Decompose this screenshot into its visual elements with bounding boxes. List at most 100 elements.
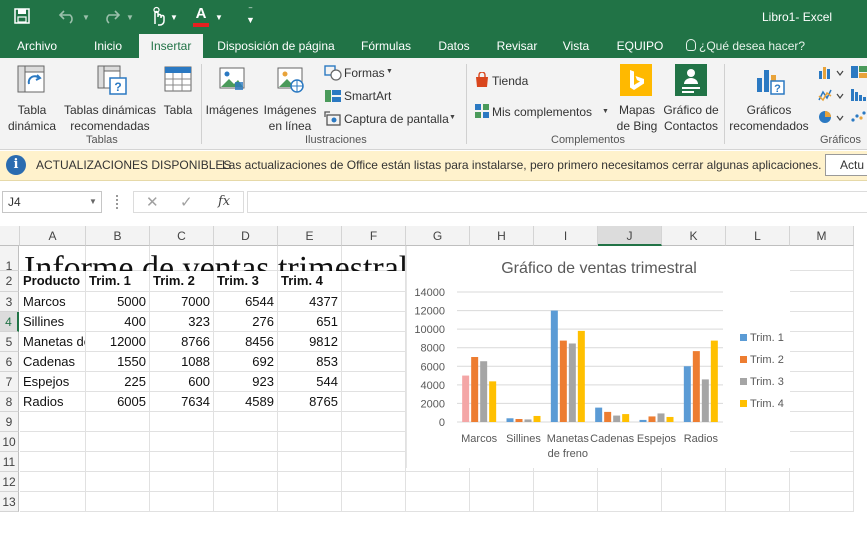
grid-cell[interactable]	[20, 412, 86, 432]
row-header[interactable]: 1	[0, 246, 19, 273]
grid-cell[interactable]	[342, 452, 406, 472]
smartart-button[interactable]: SmartArt	[322, 86, 462, 106]
grid-cell[interactable]	[406, 472, 470, 492]
tab-archivo[interactable]: Archivo	[8, 34, 66, 58]
name-box[interactable]: J4 ▼	[2, 191, 102, 213]
grid-cell[interactable]	[790, 452, 854, 472]
grid-cell[interactable]	[278, 492, 342, 512]
grid-cell[interactable]	[662, 492, 726, 512]
grid-cell[interactable]	[342, 372, 406, 392]
value-cell[interactable]: 6005	[86, 392, 150, 412]
row-header[interactable]: 10	[0, 432, 19, 452]
recommended-charts-button[interactable]: ? Gráficos recomendados	[728, 62, 810, 133]
grid-cell[interactable]	[342, 352, 406, 372]
product-cell[interactable]: Radios	[20, 392, 86, 412]
grid-cell[interactable]	[598, 472, 662, 492]
tab-datos[interactable]: Datos	[432, 34, 476, 58]
value-cell[interactable]: 323	[150, 312, 214, 332]
enter-icon[interactable]: ✓	[180, 193, 193, 211]
column-header[interactable]: J	[598, 226, 662, 246]
row-header[interactable]: 5	[0, 332, 19, 352]
grid-cell[interactable]	[342, 271, 406, 292]
table-header-cell[interactable]: Producto	[20, 271, 86, 292]
tab-formulas[interactable]: Fórmulas	[356, 34, 416, 58]
row-header[interactable]: 12	[0, 472, 19, 492]
row-header[interactable]: 8	[0, 392, 19, 412]
redo-icon[interactable]	[101, 7, 121, 25]
grid-cell[interactable]	[470, 492, 534, 512]
product-cell[interactable]: Espejos	[20, 372, 86, 392]
grid-cell[interactable]	[214, 472, 278, 492]
column-header[interactable]: K	[662, 226, 726, 246]
table-header-cell[interactable]: Trim. 4	[278, 271, 342, 292]
insert-function-icon[interactable]: fx	[218, 194, 230, 209]
grid-cell[interactable]	[214, 412, 278, 432]
grid-cell[interactable]	[86, 472, 150, 492]
product-cell[interactable]: Cadenas	[20, 352, 86, 372]
column-header[interactable]: G	[406, 226, 470, 246]
tab-inicio[interactable]: Inicio	[84, 34, 132, 58]
grid-cell[interactable]	[726, 472, 790, 492]
column-header[interactable]: I	[534, 226, 598, 246]
select-all-corner[interactable]	[0, 226, 20, 246]
tab-insertar[interactable]: Insertar	[139, 34, 203, 58]
pie-chart-icon[interactable]	[818, 110, 848, 127]
column-chart-icon[interactable]	[818, 65, 848, 82]
grid-cell[interactable]	[790, 372, 854, 392]
grid-cell[interactable]	[20, 492, 86, 512]
update-button[interactable]: Actu	[825, 154, 867, 176]
grid-cell[interactable]	[342, 292, 406, 312]
column-header[interactable]: C	[150, 226, 214, 246]
store-button[interactable]: Tienda	[472, 71, 542, 91]
sales-chart[interactable]: Gráfico de ventas trimestral 0 2000 4000 600…	[406, 246, 790, 468]
grid-cell[interactable]	[342, 312, 406, 332]
grid-cell[interactable]	[20, 472, 86, 492]
pictures-button[interactable]: Imágenes	[205, 62, 259, 132]
column-header[interactable]: E	[278, 226, 342, 246]
grid-cell[interactable]	[150, 472, 214, 492]
column-header[interactable]: M	[790, 226, 854, 246]
grid-cell[interactable]	[342, 492, 406, 512]
value-cell[interactable]: 692	[214, 352, 278, 372]
touch-mode-icon[interactable]	[150, 6, 166, 26]
column-header[interactable]: B	[86, 226, 150, 246]
table-header-cell[interactable]: Trim. 1	[86, 271, 150, 292]
grid-cell[interactable]	[790, 492, 854, 512]
scatter-chart-icon[interactable]	[850, 110, 867, 127]
grid-cell[interactable]	[534, 492, 598, 512]
grid-cell[interactable]	[86, 452, 150, 472]
tell-me-search[interactable]: ¿Qué desea hacer?	[686, 34, 805, 58]
value-cell[interactable]: 1550	[86, 352, 150, 372]
grid-cell[interactable]	[790, 472, 854, 492]
formula-input[interactable]	[247, 191, 867, 213]
online-pictures-button[interactable]: Imágenes en línea	[262, 62, 318, 133]
tab-revisar[interactable]: Revisar	[491, 34, 543, 58]
grid-cell[interactable]	[342, 412, 406, 432]
grid-cell[interactable]	[598, 492, 662, 512]
grid-cell[interactable]	[726, 492, 790, 512]
tab-equipo[interactable]: EQUIPO	[612, 34, 668, 58]
undo-icon[interactable]	[58, 7, 78, 25]
product-cell[interactable]: Marcos	[20, 292, 86, 312]
product-cell[interactable]: Manetas de freno	[20, 332, 86, 352]
grid-cell[interactable]	[790, 292, 854, 312]
grid-cell[interactable]	[790, 246, 854, 271]
column-header[interactable]: D	[214, 226, 278, 246]
grid-cell[interactable]	[790, 332, 854, 352]
bar-chart-icon[interactable]	[850, 88, 867, 105]
value-cell[interactable]: 225	[86, 372, 150, 392]
row-header[interactable]: 3	[0, 292, 19, 312]
value-cell[interactable]: 6544	[214, 292, 278, 312]
column-header[interactable]: F	[342, 226, 406, 246]
table-header-cell[interactable]: Trim. 2	[150, 271, 214, 292]
grid-cell[interactable]	[342, 392, 406, 412]
grid-cell[interactable]	[278, 432, 342, 452]
grid-cell[interactable]	[150, 412, 214, 432]
grid-cell[interactable]	[790, 392, 854, 412]
row-header[interactable]: 2	[0, 271, 19, 292]
grid-cell[interactable]	[150, 452, 214, 472]
value-cell[interactable]: 400	[86, 312, 150, 332]
value-cell[interactable]: 7634	[150, 392, 214, 412]
font-color-icon[interactable]: A	[193, 5, 209, 27]
grid-cell[interactable]	[470, 472, 534, 492]
